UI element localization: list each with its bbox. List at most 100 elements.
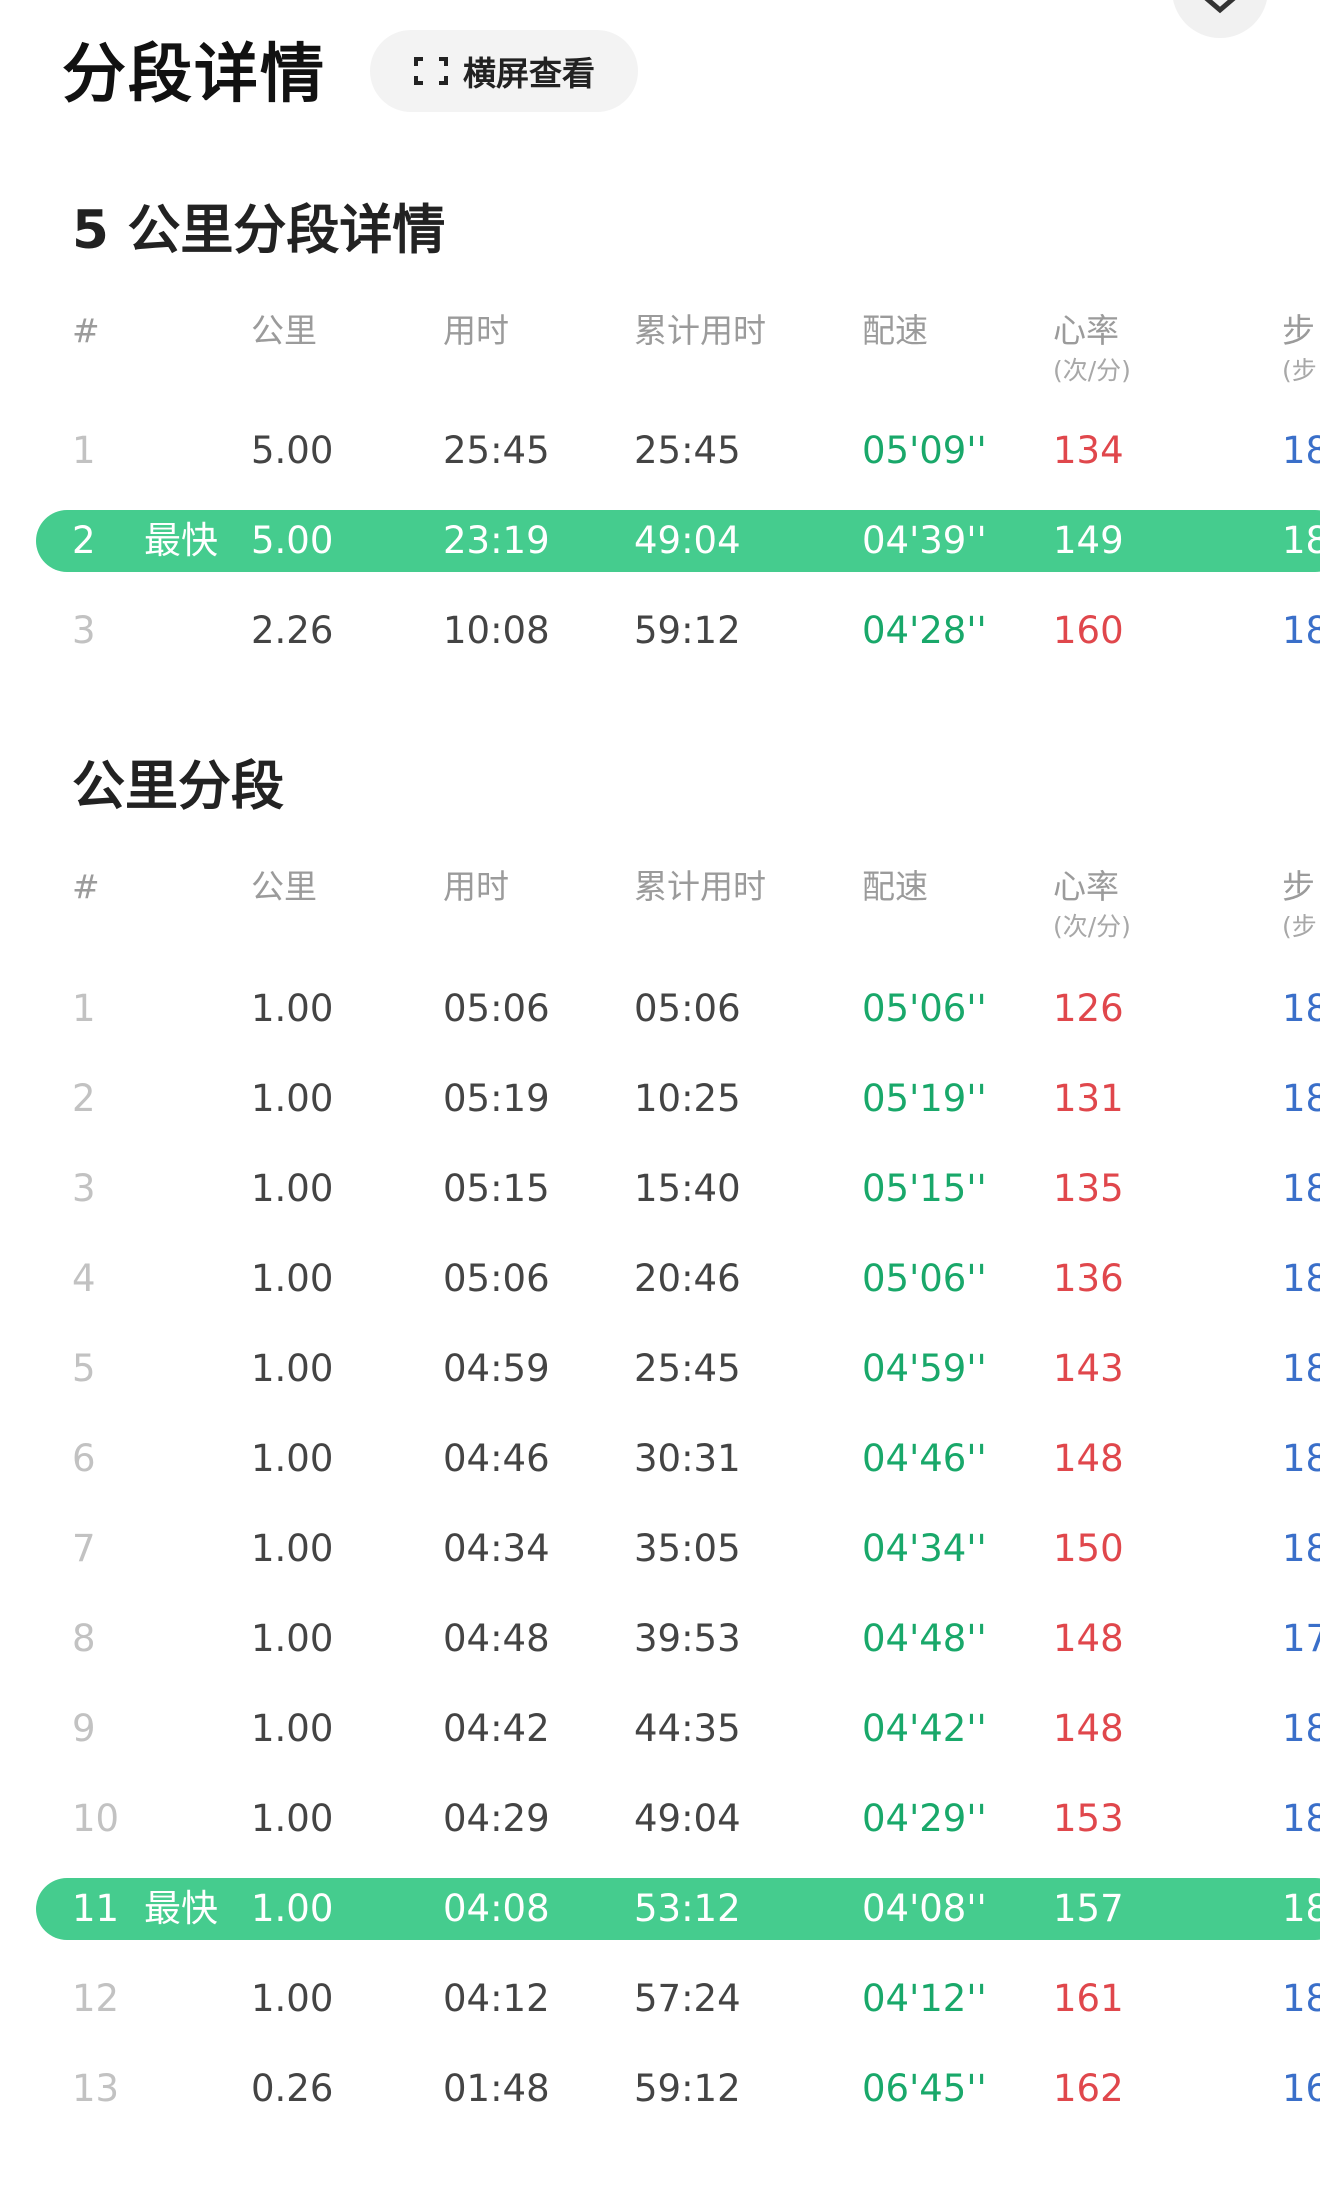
col-pace: 配速 bbox=[862, 867, 928, 906]
split-pace: 04'28'' bbox=[862, 609, 987, 652]
split-heart-rate: 136 bbox=[1053, 1257, 1124, 1300]
split-pace: 04'29'' bbox=[862, 1797, 987, 1840]
split-pace: 04'12'' bbox=[862, 1977, 987, 2020]
split-time: 04:42 bbox=[443, 1707, 550, 1750]
split-heart-rate: 131 bbox=[1053, 1077, 1124, 1120]
table-row: 10 1.00 04:29 49:04 04'29'' 153 18 bbox=[0, 1789, 1320, 1849]
split-index: 2 bbox=[72, 1077, 96, 1120]
split-pace: 05'06'' bbox=[862, 1257, 987, 1300]
table-row: 7 1.00 04:34 35:05 04'34'' 150 18 bbox=[0, 1519, 1320, 1579]
split-heart-rate: 148 bbox=[1053, 1437, 1124, 1480]
split-distance: 5.00 bbox=[251, 519, 334, 562]
split-index: 12 bbox=[72, 1977, 120, 2020]
split-distance: 1.00 bbox=[251, 1527, 334, 1570]
split-distance: 1.00 bbox=[251, 1797, 334, 1840]
split-heart-rate: 153 bbox=[1053, 1797, 1124, 1840]
col-cadence-unit: (步 bbox=[1282, 356, 1317, 385]
split-distance: 5.00 bbox=[251, 429, 334, 472]
split-time: 05:19 bbox=[443, 1077, 550, 1120]
split-cumulative-time: 15:40 bbox=[634, 1167, 741, 1210]
split-cumulative-time: 10:25 bbox=[634, 1077, 741, 1120]
split-pace: 05'06'' bbox=[862, 987, 987, 1030]
split-heart-rate: 161 bbox=[1053, 1977, 1124, 2020]
split-distance: 1.00 bbox=[251, 1167, 334, 1210]
split-time: 25:45 bbox=[443, 429, 550, 472]
split-heart-rate: 134 bbox=[1053, 429, 1124, 472]
split-index: 4 bbox=[72, 1257, 96, 1300]
split-pace: 04'48'' bbox=[862, 1617, 987, 1660]
split-heart-rate: 150 bbox=[1053, 1527, 1124, 1570]
col-cadence-unit: (步 bbox=[1282, 912, 1317, 941]
split-cumulative-time: 20:46 bbox=[634, 1257, 741, 1300]
split-index: 8 bbox=[72, 1617, 96, 1660]
split-distance: 1.00 bbox=[251, 1617, 334, 1660]
split-time: 04:08 bbox=[443, 1887, 550, 1930]
km-splits-table-header: # 公里 用时 累计用时 配速 心率 (次/分) 步 (步 bbox=[0, 865, 1320, 941]
expand-icon bbox=[414, 57, 448, 85]
split-time: 23:19 bbox=[443, 519, 550, 562]
split-cadence: 18 bbox=[1282, 1887, 1320, 1930]
split-details-page: 分段详情 横屏查看 5 公里分段详情 # 公里 用时 累计用时 配速 心率 (次… bbox=[0, 0, 1320, 2199]
split-cadence: 18 bbox=[1282, 1797, 1320, 1840]
split-time: 04:29 bbox=[443, 1797, 550, 1840]
split-cumulative-time: 35:05 bbox=[634, 1527, 741, 1570]
close-button[interactable] bbox=[1172, 0, 1268, 38]
table-row: 3 1.00 05:15 15:40 05'15'' 135 18 bbox=[0, 1159, 1320, 1219]
col-cumulative: 累计用时 bbox=[634, 311, 766, 350]
split-pace: 05'19'' bbox=[862, 1077, 987, 1120]
col-pace: 配速 bbox=[862, 311, 928, 350]
fastest-badge: 最快 bbox=[144, 1887, 218, 1930]
split-time: 10:08 bbox=[443, 609, 550, 652]
split-cadence: 18 bbox=[1282, 1257, 1320, 1300]
split-index: 1 bbox=[72, 987, 96, 1030]
col-heart-rate-unit: (次/分) bbox=[1053, 912, 1131, 941]
split-heart-rate: 162 bbox=[1053, 2067, 1124, 2110]
split-cadence: 18 bbox=[1282, 1167, 1320, 1210]
split-cadence: 18 bbox=[1282, 987, 1320, 1030]
split-heart-rate: 160 bbox=[1053, 609, 1124, 652]
split-cumulative-time: 25:45 bbox=[634, 1347, 741, 1390]
split-heart-rate: 126 bbox=[1053, 987, 1124, 1030]
split-heart-rate: 143 bbox=[1053, 1347, 1124, 1390]
split-distance: 1.00 bbox=[251, 987, 334, 1030]
split-time: 05:06 bbox=[443, 1257, 550, 1300]
split-index: 13 bbox=[72, 2067, 120, 2110]
split-cumulative-time: 57:24 bbox=[634, 1977, 741, 2020]
split-cumulative-time: 53:12 bbox=[634, 1887, 741, 1930]
split-pace: 04'59'' bbox=[862, 1347, 987, 1390]
split-heart-rate: 148 bbox=[1053, 1707, 1124, 1750]
split-index: 3 bbox=[72, 1167, 96, 1210]
table-row-fastest: 11 最快 1.00 04:08 53:12 04'08'' 157 18 bbox=[0, 1878, 1320, 1940]
split-heart-rate: 135 bbox=[1053, 1167, 1124, 1210]
split-cumulative-time: 25:45 bbox=[634, 429, 741, 472]
page-title: 分段详情 bbox=[62, 38, 326, 112]
split-cumulative-time: 49:04 bbox=[634, 519, 741, 562]
table-row-fastest: 2 最快 5.00 23:19 49:04 04'39'' 149 18 bbox=[0, 510, 1320, 572]
split-distance: 1.00 bbox=[251, 1887, 334, 1930]
col-time: 用时 bbox=[443, 311, 509, 350]
col-index: # bbox=[72, 867, 100, 906]
split-index: 10 bbox=[72, 1797, 120, 1840]
split-cadence: 18 bbox=[1282, 1347, 1320, 1390]
split-pace: 04'46'' bbox=[862, 1437, 987, 1480]
split-cadence: 18 bbox=[1282, 1977, 1320, 2020]
split-cumulative-time: 39:53 bbox=[634, 1617, 741, 1660]
split-cadence: 17 bbox=[1282, 1617, 1320, 1660]
table-row: 8 1.00 04:48 39:53 04'48'' 148 17 bbox=[0, 1609, 1320, 1669]
split-distance: 2.26 bbox=[251, 609, 334, 652]
split-cumulative-time: 44:35 bbox=[634, 1707, 741, 1750]
split-cadence: 18 bbox=[1282, 429, 1320, 472]
split-pace: 05'15'' bbox=[862, 1167, 987, 1210]
col-time: 用时 bbox=[443, 867, 509, 906]
split-time: 04:48 bbox=[443, 1617, 550, 1660]
col-cadence: 步 bbox=[1282, 867, 1315, 906]
split-cumulative-time: 59:12 bbox=[634, 609, 741, 652]
table-row: 12 1.00 04:12 57:24 04'12'' 161 18 bbox=[0, 1969, 1320, 2029]
split-distance: 0.26 bbox=[251, 2067, 334, 2110]
landscape-view-button[interactable]: 横屏查看 bbox=[370, 30, 638, 112]
split-time: 04:59 bbox=[443, 1347, 550, 1390]
split-distance: 1.00 bbox=[251, 1977, 334, 2020]
split-index: 5 bbox=[72, 1347, 96, 1390]
split-time: 04:46 bbox=[443, 1437, 550, 1480]
landscape-view-label: 横屏查看 bbox=[463, 54, 595, 93]
